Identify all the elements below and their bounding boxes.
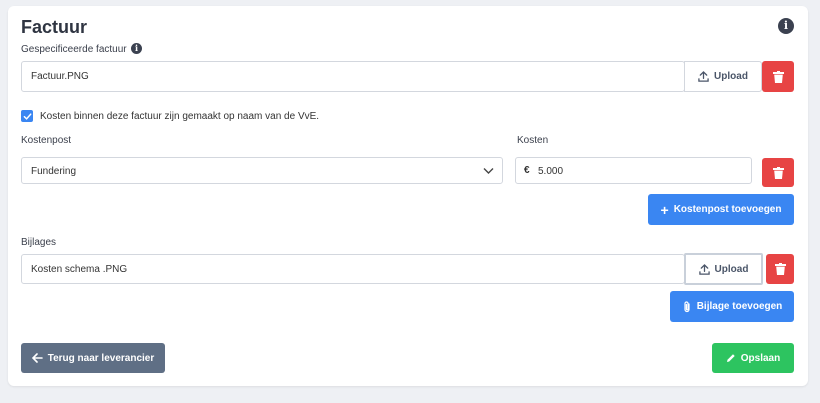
kostenpost-select[interactable]: Fundering: [21, 157, 503, 184]
trash-icon: [774, 263, 786, 275]
pencil-icon: [726, 354, 735, 362]
back-to-supplier-button[interactable]: Terug naar leverancier: [21, 343, 165, 373]
bijlages-label: Bijlages: [21, 237, 57, 248]
trash-icon: [772, 166, 784, 179]
attachment-file-field[interactable]: Kosten schema .PNG: [21, 254, 685, 284]
add-kostenpost-button[interactable]: + Kostenpost toevoegen: [648, 194, 794, 225]
invoice-file-field[interactable]: Factuur.PNG: [21, 61, 685, 92]
invoice-card: Factuur i Gespecificeerde factuur i Fact…: [8, 6, 808, 386]
save-label: Opslaan: [740, 352, 781, 364]
add-bijlage-button[interactable]: Bijlage toevoegen: [670, 291, 794, 322]
upload-label: Upload: [714, 71, 748, 82]
add-bijlage-label: Bijlage toevoegen: [696, 301, 783, 312]
kostenpost-label: Kostenpost: [21, 135, 72, 146]
kostenpost-value: Fundering: [31, 166, 77, 177]
check-icon: [23, 112, 31, 120]
attachment-delete-button[interactable]: [766, 254, 794, 284]
attachment-file-name: Kosten schema .PNG: [31, 264, 128, 275]
invoice-upload-button[interactable]: Upload: [684, 61, 762, 92]
kosten-input[interactable]: € 5.000: [515, 157, 752, 184]
kosten-label: Kosten: [517, 135, 549, 146]
chevron-down-icon: [483, 168, 494, 174]
upload-icon: [698, 263, 710, 275]
euro-icon: €: [524, 165, 530, 176]
vve-checkbox-label: Kosten binnen deze factuur zijn gemaakt …: [40, 111, 320, 122]
invoice-info-icon[interactable]: i: [131, 43, 142, 54]
arrow-left-icon: [31, 353, 43, 363]
cost-delete-button[interactable]: [762, 158, 794, 187]
invoice-file-name: Factuur.PNG: [31, 71, 89, 82]
upload-label: Upload: [714, 263, 749, 275]
paperclip-icon: [684, 300, 690, 312]
kosten-value: 5.000: [538, 166, 564, 177]
invoice-label: Gespecificeerde factuur: [21, 44, 127, 55]
plus-icon: +: [660, 201, 669, 218]
trash-icon: [772, 70, 784, 83]
add-kostenpost-label: Kostenpost toevoegen: [673, 204, 782, 215]
back-label: Terug naar leverancier: [47, 352, 155, 364]
save-button[interactable]: Opslaan: [712, 343, 794, 373]
attachment-upload-button[interactable]: Upload: [684, 253, 763, 285]
invoice-delete-button[interactable]: [762, 61, 794, 92]
vve-checkbox[interactable]: [21, 110, 33, 122]
upload-icon: [698, 71, 709, 82]
section-title: Factuur: [21, 17, 88, 37]
info-icon[interactable]: i: [778, 18, 794, 34]
